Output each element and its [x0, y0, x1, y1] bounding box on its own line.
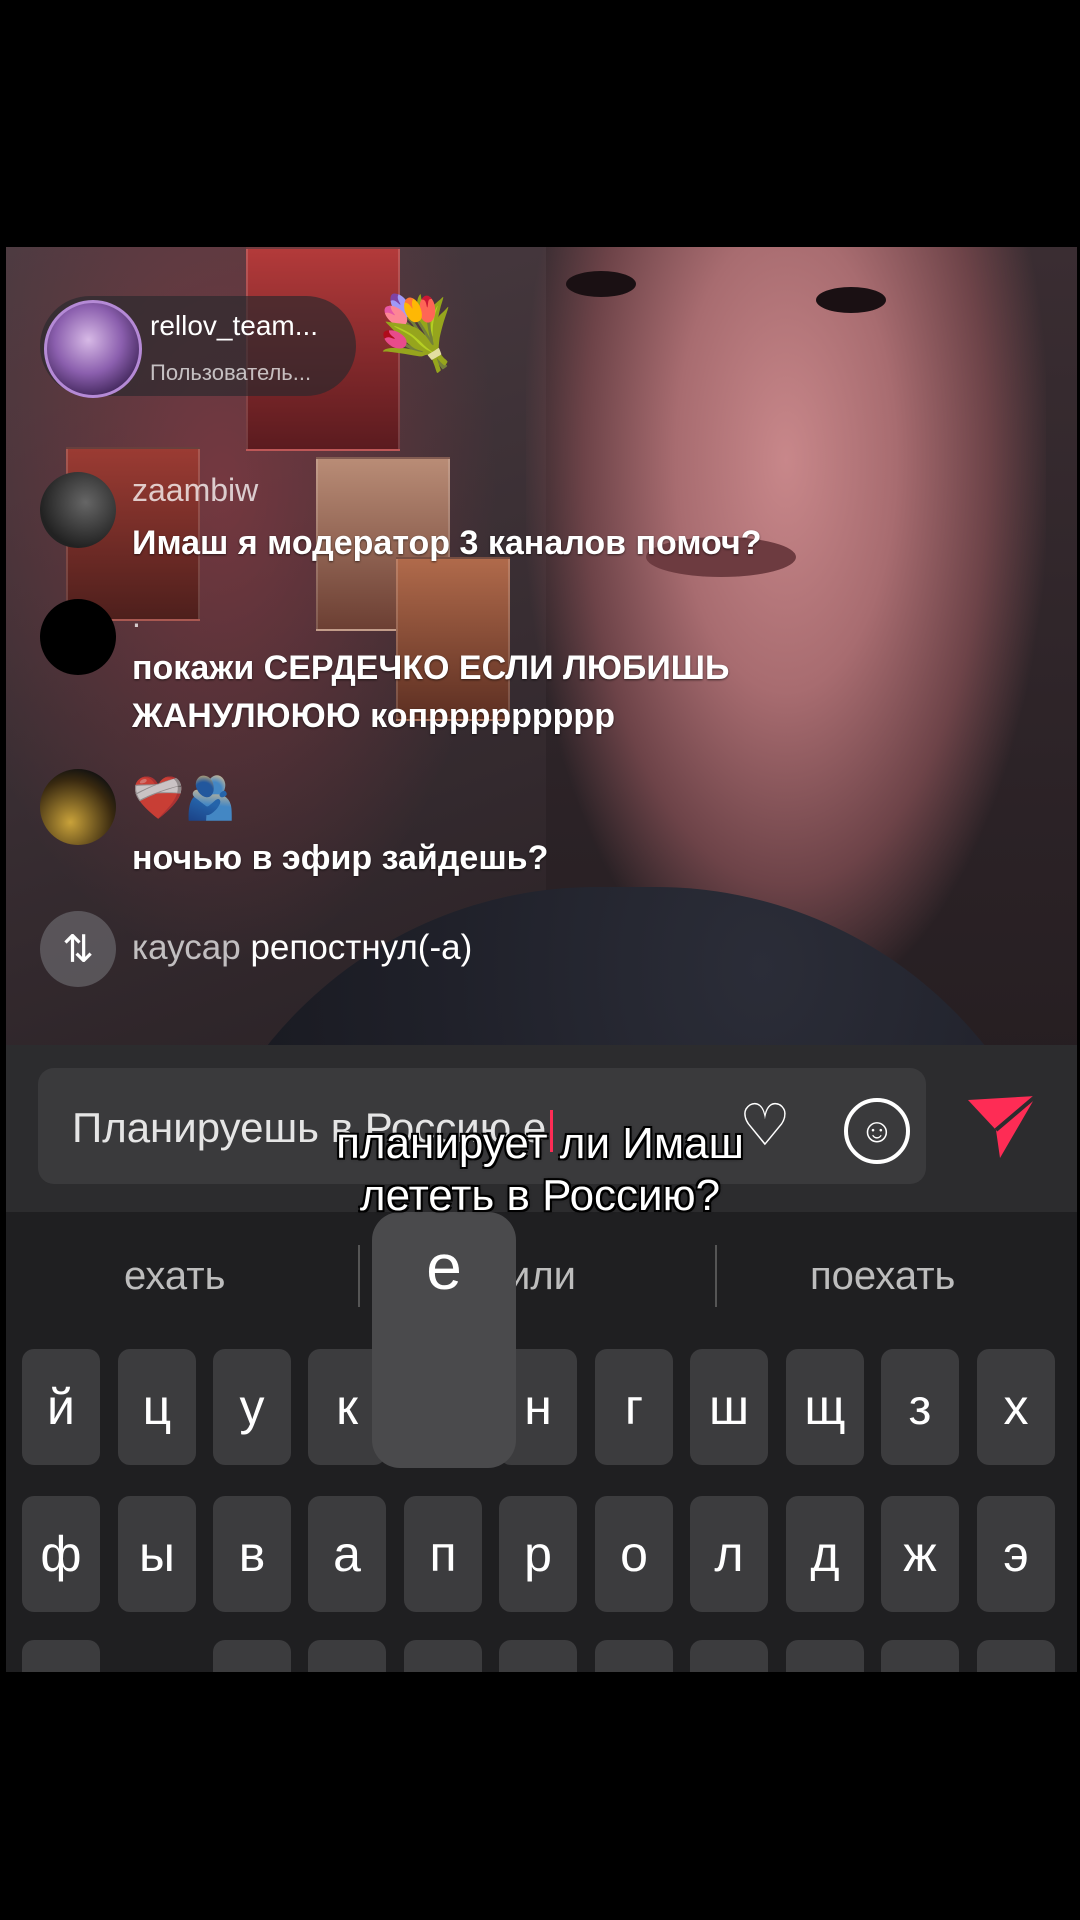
- keyboard-suggestion[interactable]: или: [508, 1254, 576, 1299]
- key-press-popup: е: [372, 1212, 516, 1468]
- streamer-eye: [566, 271, 636, 297]
- keyboard-key[interactable]: ж: [881, 1496, 959, 1612]
- repost-notice: каусар репостнул(-а): [132, 928, 472, 968]
- comment-username[interactable]: zaambiw: [132, 472, 258, 509]
- keyboard-key[interactable]: [213, 1640, 291, 1672]
- keyboard-key[interactable]: ф: [22, 1496, 100, 1612]
- keyboard-key[interactable]: д: [786, 1496, 864, 1612]
- keyboard-key[interactable]: п: [404, 1496, 482, 1612]
- keyboard-key[interactable]: [690, 1640, 768, 1672]
- host-name[interactable]: rellov_team...: [150, 310, 318, 342]
- keyboard-key[interactable]: з: [881, 1349, 959, 1465]
- caption-line: планирует ли Имаш: [336, 1119, 744, 1168]
- keyboard-key[interactable]: й: [22, 1349, 100, 1465]
- keyboard-key[interactable]: о: [595, 1496, 673, 1612]
- suggestion-divider: [715, 1245, 717, 1307]
- host-subtitle: Пользователь...: [150, 360, 312, 385]
- flower-bouquet-icon: 💐: [372, 294, 460, 372]
- comment-username[interactable]: ❤️‍🩹🫂: [132, 774, 237, 823]
- keyboard-key[interactable]: р: [499, 1496, 577, 1612]
- comment-username[interactable]: .: [132, 598, 141, 635]
- host-avatar[interactable]: [44, 300, 142, 398]
- keyboard-key[interactable]: [499, 1640, 577, 1672]
- comment-avatar[interactable]: [40, 769, 116, 845]
- keyboard-key[interactable]: [22, 1640, 100, 1672]
- keyboard-suggestion[interactable]: поехать: [810, 1254, 955, 1299]
- keyboard-key[interactable]: у: [213, 1349, 291, 1465]
- keyboard-key[interactable]: л: [690, 1496, 768, 1612]
- keyboard-key[interactable]: [308, 1640, 386, 1672]
- comment-text: ночью в эфир зайдешь?: [132, 839, 549, 877]
- keyboard-key[interactable]: в: [213, 1496, 291, 1612]
- comment-avatar[interactable]: [40, 599, 116, 675]
- keyboard-key[interactable]: г: [595, 1349, 673, 1465]
- keyboard-key[interactable]: [404, 1640, 482, 1672]
- comment-text: Имаш я модератор 3 каналов помоч?: [132, 524, 762, 562]
- keyboard-key[interactable]: ы: [118, 1496, 196, 1612]
- keyboard-key[interactable]: [881, 1640, 959, 1672]
- repost-icon: ⇅: [40, 911, 116, 987]
- keyboard-key[interactable]: [595, 1640, 673, 1672]
- comment-text: покажи СЕРДЕЧКО ЕСЛИ ЛЮБИШЬ: [132, 649, 730, 687]
- repost-username[interactable]: каусар: [132, 928, 241, 967]
- keyboard-key[interactable]: щ: [786, 1349, 864, 1465]
- keyboard-key[interactable]: а: [308, 1496, 386, 1612]
- keyboard-key[interactable]: х: [977, 1349, 1055, 1465]
- keyboard-key[interactable]: э: [977, 1496, 1055, 1612]
- keyboard-key[interactable]: [786, 1640, 864, 1672]
- key-popup-letter: е: [426, 1231, 462, 1303]
- comment-avatar[interactable]: [40, 472, 116, 548]
- streamer-eye: [816, 287, 886, 313]
- keyboard-key[interactable]: [977, 1640, 1055, 1672]
- keyboard-suggestion[interactable]: ехать: [124, 1254, 225, 1299]
- video-caption: планирует ли Имаш лететь в Россию?: [0, 1118, 1080, 1222]
- caption-line: лететь в Россию?: [359, 1171, 721, 1220]
- comment-text: ЖАНУЛЮЮЮ копррррррррр: [132, 697, 615, 735]
- repost-action: репостнул(-а): [250, 928, 473, 967]
- keyboard-key[interactable]: ш: [690, 1349, 768, 1465]
- keyboard-key[interactable]: ц: [118, 1349, 196, 1465]
- suggestion-divider: [358, 1245, 360, 1307]
